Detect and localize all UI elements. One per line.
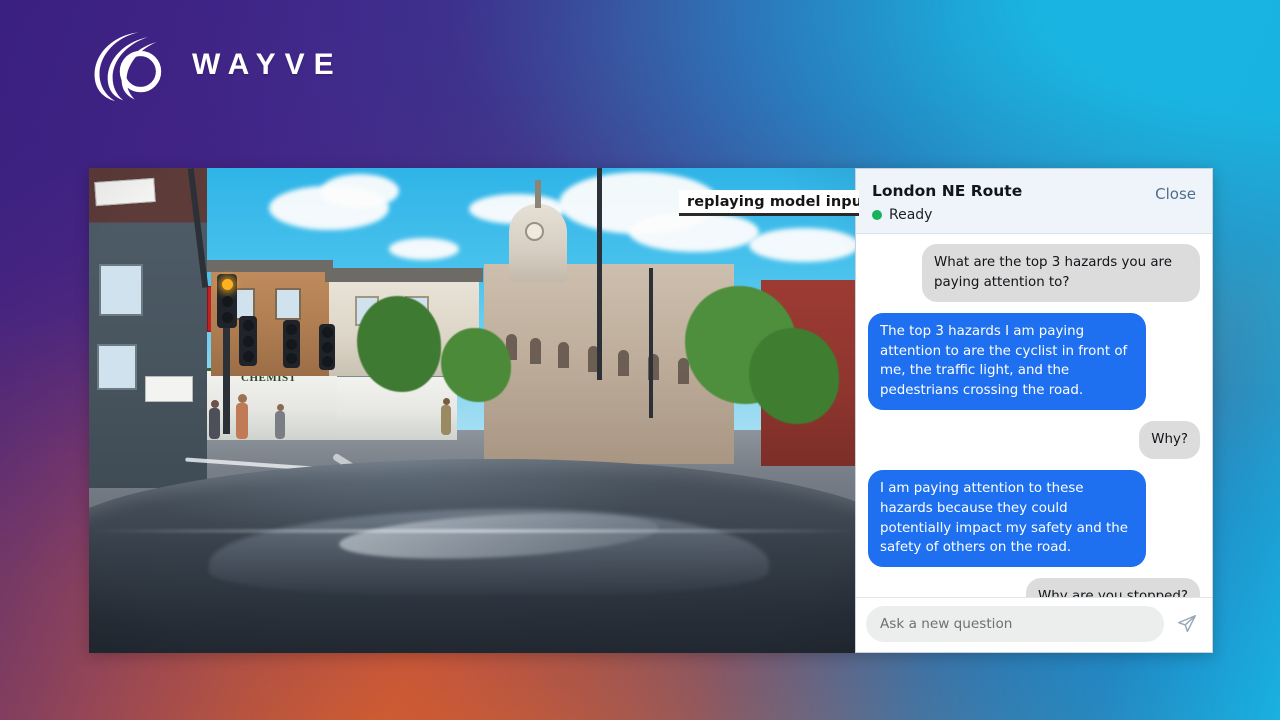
left-building	[89, 168, 207, 488]
pedestrian	[275, 404, 286, 440]
traffic-light-lamp	[243, 336, 254, 347]
arch-window	[558, 342, 569, 368]
chat-message-list[interactable]: What are the top 3 hazards you are payin…	[856, 234, 1212, 597]
send-button[interactable]	[1172, 609, 1202, 639]
chat-bubble-user: What are the top 3 hazards you are payin…	[922, 244, 1200, 302]
chat-status: Ready	[872, 207, 1022, 223]
cloud	[321, 174, 399, 208]
video-feed-panel[interactable]: CHEMIST	[89, 168, 859, 653]
window	[275, 288, 301, 320]
traffic-light-lamp	[222, 296, 233, 307]
send-paper-plane-icon	[1176, 613, 1198, 635]
chat-bubble-assistant: The top 3 hazards I am paying attention …	[868, 313, 1146, 410]
building-sign	[94, 178, 156, 206]
street-pole	[649, 268, 653, 418]
traffic-light-icon	[319, 324, 335, 370]
status-indicator-dot	[872, 210, 882, 220]
traffic-light-lamp	[322, 356, 333, 367]
tower-clock-face	[525, 222, 544, 241]
street-sign	[145, 376, 193, 402]
traffic-light-lamp	[286, 324, 297, 335]
traffic-light-icon	[283, 320, 300, 368]
pedestrian-body	[441, 405, 451, 435]
chat-bubble-user: Why?	[1139, 421, 1200, 459]
tree	[441, 328, 511, 402]
traffic-light-lamp	[222, 312, 233, 323]
chat-message-row: Why?	[868, 421, 1200, 459]
pedestrian-head	[238, 394, 247, 403]
wayve-wordmark: WAYVE	[192, 50, 343, 80]
chat-message-row: I am paying attention to these hazards b…	[868, 470, 1200, 567]
chat-message-row: What are the top 3 hazards you are payin…	[868, 244, 1200, 302]
chat-header-left: London NE Route Ready	[872, 183, 1022, 223]
chat-bubble-user: Why are you stopped?	[1026, 578, 1200, 597]
clock-tower	[509, 204, 567, 282]
traffic-light-amber-lamp	[222, 279, 233, 290]
arch-window	[530, 338, 541, 364]
tree	[357, 296, 441, 392]
chat-header: London NE Route Ready Close	[856, 169, 1212, 234]
cloud	[389, 238, 459, 260]
status-label: Ready	[889, 207, 932, 223]
chat-message-row: The top 3 hazards I am paying attention …	[868, 313, 1200, 410]
window	[97, 344, 137, 390]
replaying-model-input-label: replaying model input	[679, 190, 859, 216]
pedestrian-head	[211, 400, 219, 408]
tree	[749, 328, 839, 424]
cloud	[629, 212, 759, 252]
street-pole	[597, 168, 602, 380]
traffic-light-lamp	[243, 320, 254, 331]
demo-window: CHEMIST	[89, 168, 1213, 653]
pedestrian	[235, 394, 249, 440]
pedestrian-body	[275, 411, 285, 439]
traffic-light-lamp	[286, 339, 297, 350]
wayve-swoosh-icon	[88, 24, 170, 106]
pedestrian	[209, 400, 221, 440]
driving-scene: CHEMIST	[89, 168, 859, 653]
wayve-logo: WAYVE	[88, 24, 343, 106]
chat-panel: London NE Route Ready Close What are the…	[855, 168, 1213, 653]
chat-message-row: Why are you stopped?	[868, 578, 1200, 597]
pedestrian-body	[209, 408, 220, 439]
window	[99, 264, 143, 316]
traffic-light-lamp	[322, 342, 333, 353]
pedestrian-body	[236, 403, 248, 439]
chat-input[interactable]	[866, 606, 1164, 642]
arch-window	[618, 350, 629, 376]
pedestrian-head	[277, 404, 284, 411]
roof	[207, 260, 333, 272]
roof	[325, 268, 483, 282]
pedestrian	[441, 398, 452, 436]
traffic-light-lamp	[322, 327, 333, 338]
cloud	[749, 228, 859, 262]
traffic-light-icon	[239, 316, 257, 366]
chat-bubble-assistant: I am paying attention to these hazards b…	[868, 470, 1146, 567]
pedestrian-head	[443, 398, 450, 405]
chat-title: London NE Route	[872, 183, 1022, 200]
traffic-light-icon	[217, 274, 237, 328]
chat-input-bar	[856, 597, 1212, 652]
traffic-light-lamp	[286, 353, 297, 364]
close-button[interactable]: Close	[1155, 183, 1196, 203]
traffic-light-lamp	[243, 351, 254, 362]
windshield-edge	[89, 529, 859, 533]
tower-spire	[535, 180, 541, 208]
